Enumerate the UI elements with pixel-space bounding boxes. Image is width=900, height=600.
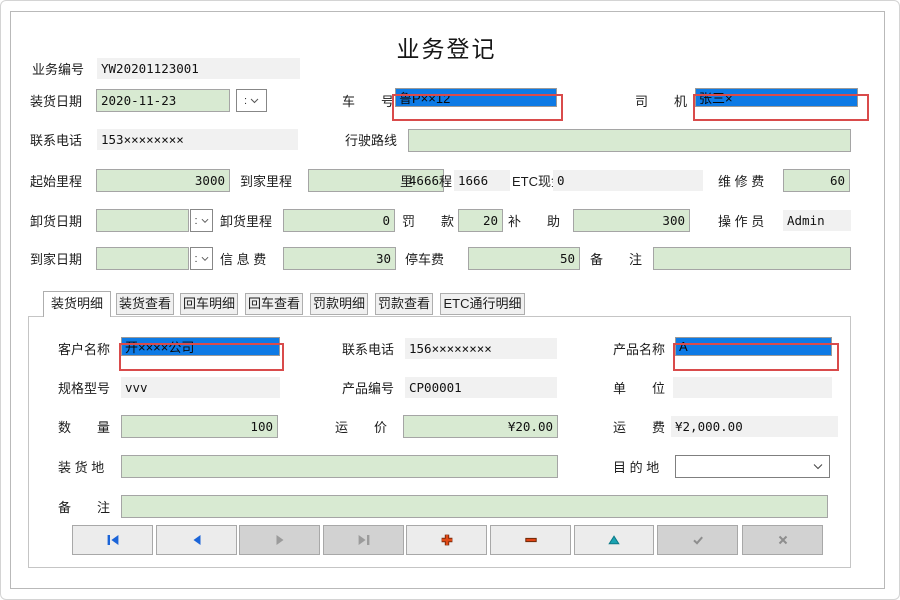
- contact-phone-field: 153××××××××: [97, 129, 298, 150]
- home-date-label: 到家日期: [30, 252, 82, 268]
- operator-field: Admin: [783, 210, 851, 231]
- chevron-down-icon: [201, 256, 209, 262]
- product-name-combobox[interactable]: A: [675, 337, 832, 356]
- etc-cash-field: 0: [553, 170, 703, 191]
- spec-model-label: 规格型号: [58, 381, 110, 397]
- product-no-field: CP00001: [405, 377, 557, 398]
- nav-edit-icon: [606, 532, 622, 548]
- start-mileage-label: 起始里程: [30, 174, 82, 190]
- driver-label: 司 机: [635, 94, 687, 110]
- tab-etc-detail[interactable]: ETC通行明细: [440, 293, 525, 315]
- fine-label: 罚 款: [402, 214, 454, 230]
- nav-insert-icon: [439, 532, 455, 548]
- freight-fee-label: 运 费: [613, 420, 665, 436]
- unload-date-label: 卸货日期: [30, 214, 82, 230]
- chevron-down-icon: [250, 98, 259, 104]
- parking-fee-label: 停车费: [405, 252, 444, 268]
- product-name-label: 产品名称: [613, 342, 665, 358]
- tab-fine-detail[interactable]: 罚款明细: [310, 293, 368, 315]
- freight-price-field[interactable]: ¥20.00: [403, 415, 558, 438]
- unload-mileage-label: 卸货里程: [220, 214, 272, 230]
- info-fee-label: 信 息 费: [220, 252, 266, 268]
- home-mileage-label: 到家里程: [240, 174, 292, 190]
- spec-model-field: vvv: [121, 377, 280, 398]
- business-no-label: 业务编号: [32, 62, 84, 78]
- operator-label: 操 作 员: [718, 214, 764, 230]
- detail-phone-label: 联系电话: [342, 342, 394, 358]
- loading-place-field[interactable]: [121, 455, 558, 478]
- quantity-field[interactable]: 100: [121, 415, 278, 438]
- tab-loading-detail[interactable]: 装货明细: [43, 291, 111, 317]
- contact-phone-label: 联系电话: [30, 133, 82, 149]
- nav-prior-button[interactable]: [156, 525, 237, 555]
- nav-first-button[interactable]: [72, 525, 153, 555]
- parking-fee-field[interactable]: 50: [468, 247, 580, 270]
- freight-fee-field: ¥2,000.00: [671, 416, 838, 437]
- tab-return-view[interactable]: 回车查看: [245, 293, 303, 315]
- detail-remark-field[interactable]: [121, 495, 828, 518]
- detail-remark-label: 备 注: [58, 500, 110, 516]
- nav-cancel-button[interactable]: [742, 525, 823, 555]
- nav-delete-icon: [523, 532, 539, 548]
- date-separator: :: [194, 253, 197, 265]
- info-fee-field[interactable]: 30: [283, 247, 396, 270]
- repair-fee-label: 维 修 费: [718, 174, 764, 190]
- chevron-down-icon: [813, 463, 823, 470]
- unit-label: 单 位: [613, 381, 665, 397]
- vehicle-no-combobox[interactable]: 鲁P××12: [395, 88, 557, 107]
- nav-last-button[interactable]: [323, 525, 404, 555]
- detail-phone-field: 156××××××××: [405, 338, 557, 359]
- repair-fee-field[interactable]: 60: [783, 169, 850, 192]
- nav-next-icon: [272, 532, 288, 548]
- fine-field[interactable]: 20: [458, 209, 503, 232]
- mileage-field: 1666: [454, 170, 510, 191]
- home-date-dropdown-button[interactable]: :: [190, 247, 213, 270]
- customer-name-label: 客户名称: [58, 342, 110, 358]
- tab-return-detail[interactable]: 回车明细: [180, 293, 238, 315]
- destination-label: 目 的 地: [613, 460, 659, 476]
- nav-delete-button[interactable]: [490, 525, 571, 555]
- unload-date-field[interactable]: [96, 209, 189, 232]
- nav-cancel-icon: [775, 532, 791, 548]
- unload-mileage-field[interactable]: 0: [283, 209, 395, 232]
- destination-dropdown[interactable]: [675, 455, 830, 478]
- route-label: 行驶路线: [345, 133, 397, 149]
- nav-insert-button[interactable]: [406, 525, 487, 555]
- date-separator: :: [244, 95, 247, 107]
- vehicle-no-label: 车 号: [342, 94, 394, 110]
- customer-name-combobox[interactable]: 开××××公司: [121, 337, 280, 356]
- unload-date-dropdown-button[interactable]: :: [190, 209, 213, 232]
- nav-edit-button[interactable]: [574, 525, 654, 555]
- nav-post-button[interactable]: [657, 525, 738, 555]
- freight-price-label: 运 价: [335, 420, 387, 436]
- chevron-down-icon: [201, 218, 209, 224]
- loading-date-label: 装货日期: [30, 94, 82, 110]
- date-separator: :: [194, 215, 197, 227]
- tab-loading-view[interactable]: 装货查看: [116, 293, 174, 315]
- start-mileage-field[interactable]: 3000: [96, 169, 230, 192]
- loading-date-field[interactable]: 2020-11-23: [96, 89, 230, 112]
- loading-place-label: 装 货 地: [58, 460, 104, 476]
- unit-field: [673, 377, 832, 398]
- home-date-field[interactable]: [96, 247, 189, 270]
- driver-combobox[interactable]: 张三×: [695, 88, 858, 107]
- loading-date-dropdown-button[interactable]: :: [236, 89, 267, 112]
- nav-first-icon: [105, 532, 121, 548]
- mileage-label: 里 程: [400, 174, 452, 190]
- route-field[interactable]: [408, 129, 851, 152]
- tab-fine-view[interactable]: 罚款查看: [375, 293, 433, 315]
- nav-next-button[interactable]: [239, 525, 320, 555]
- quantity-label: 数 量: [58, 420, 110, 436]
- nav-post-icon: [690, 532, 706, 548]
- subsidy-field[interactable]: 300: [573, 209, 690, 232]
- product-no-label: 产品编号: [342, 381, 394, 397]
- subsidy-label: 补 助: [508, 214, 560, 230]
- nav-last-icon: [356, 532, 372, 548]
- remark-field[interactable]: [653, 247, 851, 270]
- remark-label: 备 注: [590, 252, 642, 268]
- business-no-field: YW20201123001: [97, 58, 300, 79]
- nav-prior-icon: [189, 532, 205, 548]
